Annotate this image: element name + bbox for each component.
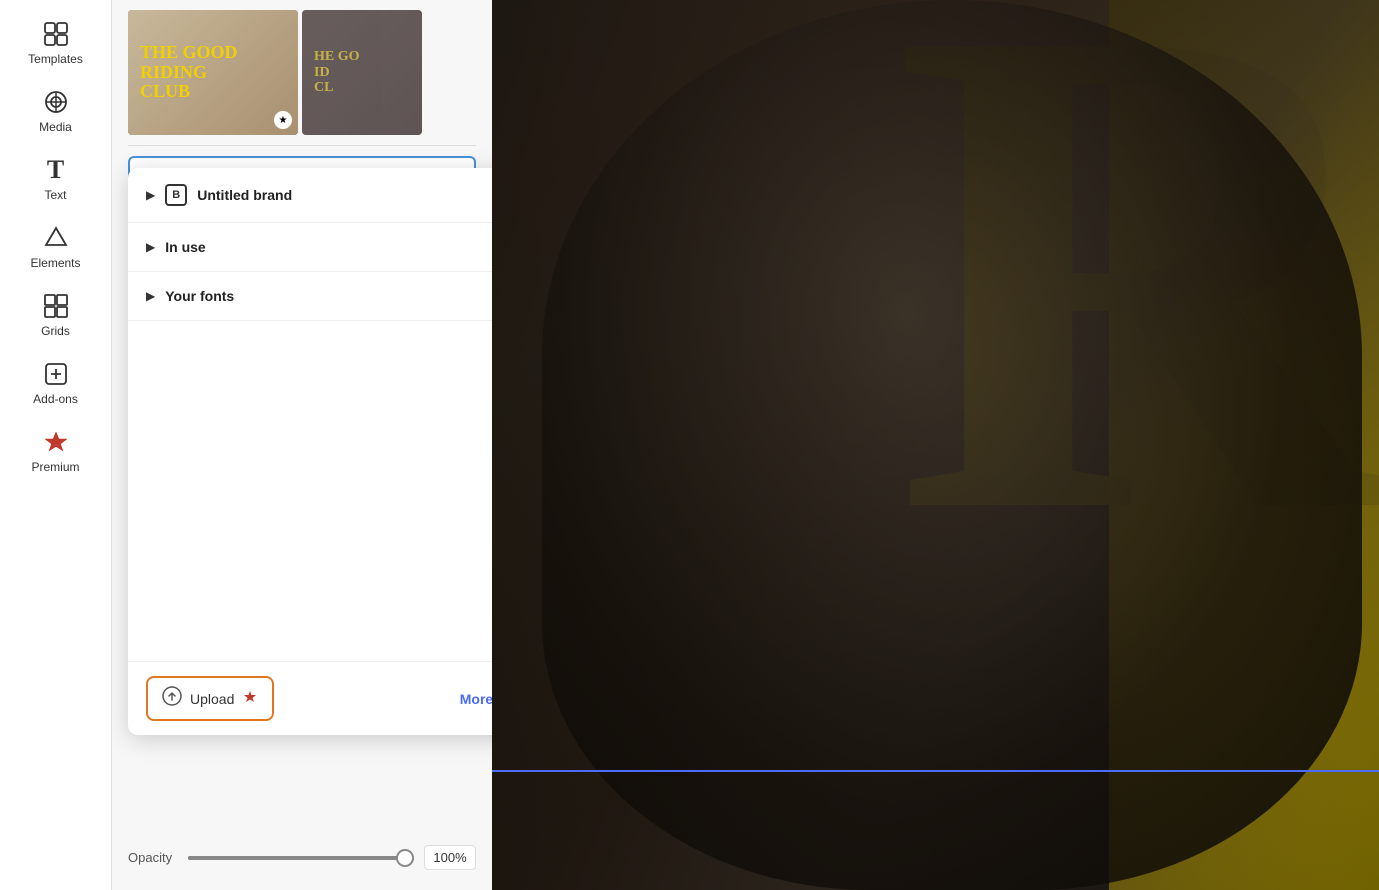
section-left-inuse: ▶ In use [146, 239, 206, 255]
grids-label: Grids [41, 324, 70, 338]
template-thumbnails: THE GOODRIDINGCLUB ★ HE GOIDCL [112, 0, 492, 145]
media-icon [42, 88, 70, 116]
section-left-brand: ▶ B Untitled brand [146, 184, 292, 206]
chevron-brand-icon: ▶ [146, 188, 155, 202]
brand-logo-icon: B [165, 184, 187, 206]
dropdown-bottom-bar: Upload More fonts › [128, 661, 492, 735]
sidebar-item-premium[interactable]: Premium [11, 418, 101, 484]
thumb-title: THE GOODRIDINGCLUB [140, 43, 238, 102]
dropdown-empty-space [128, 321, 492, 661]
grids-icon [42, 292, 70, 320]
sidebar-item-elements[interactable]: Elements [11, 214, 101, 280]
more-fonts-label: More fonts [460, 691, 492, 707]
chevron-fonts-icon: ▶ [146, 289, 155, 303]
sidebar: Templates Media T Text Elements [0, 0, 112, 890]
section-header-your-fonts[interactable]: ▶ Your fonts [128, 272, 492, 320]
templates-icon [42, 20, 70, 48]
inuse-section-title: In use [165, 239, 205, 255]
addons-icon [42, 360, 70, 388]
sidebar-item-addons[interactable]: Add-ons [11, 350, 101, 416]
dropdown-section-untitled-brand: ▶ B Untitled brand ≡ [128, 168, 492, 223]
helmet-shape-container [542, 0, 1362, 890]
brand-section-title: Untitled brand [197, 187, 292, 203]
helmet-gradient [542, 0, 1362, 890]
thumb2-title: HE GOIDCL [314, 49, 360, 95]
section-left-fonts: ▶ Your fonts [146, 288, 234, 304]
templates-label: Templates [28, 52, 83, 66]
addons-label: Add-ons [33, 392, 78, 406]
sidebar-item-text[interactable]: T Text [11, 146, 101, 212]
dropdown-section-your-fonts: ▶ Your fonts [128, 272, 492, 321]
more-fonts-button[interactable]: More fonts › [460, 691, 492, 707]
sidebar-item-templates[interactable]: Templates [11, 10, 101, 76]
text-icon: T [42, 156, 70, 184]
thumb-badge: ★ [274, 111, 292, 129]
premium-label: Premium [31, 460, 79, 474]
opacity-row: Opacity 100% [128, 845, 476, 870]
opacity-slider[interactable] [188, 856, 414, 860]
sidebar-item-media[interactable]: Media [11, 78, 101, 144]
dropdown-section-in-use: ▶ In use [128, 223, 492, 272]
section-header-in-use[interactable]: ▶ In use [128, 223, 492, 271]
media-label: Media [39, 120, 72, 134]
elements-label: Elements [30, 256, 80, 270]
panel: THE GOODRIDINGCLUB ★ HE GOIDCL Poppins A… [112, 0, 492, 890]
opacity-label: Opacity [128, 850, 178, 865]
upload-icon [162, 686, 182, 711]
premium-upload-icon [242, 689, 258, 708]
upload-button[interactable]: Upload [146, 676, 274, 721]
section-header-untitled-brand[interactable]: ▶ B Untitled brand ≡ [128, 168, 492, 222]
premium-icon [42, 428, 70, 456]
chevron-inuse-icon: ▶ [146, 240, 155, 254]
sidebar-item-grids[interactable]: Grids [11, 282, 101, 348]
upload-label: Upload [190, 691, 234, 707]
font-dropdown-popup: ▶ B Untitled brand ≡ ▶ In use ▶ Your [128, 168, 492, 735]
your-fonts-section-title: Your fonts [165, 288, 234, 304]
text-label: Text [44, 188, 66, 202]
opacity-thumb[interactable] [396, 849, 414, 867]
elements-icon [42, 224, 70, 252]
opacity-value: 100% [424, 845, 476, 870]
template-thumb-2[interactable]: HE GOIDCL [302, 10, 422, 135]
selection-line [492, 770, 1379, 772]
template-thumb-1[interactable]: THE GOODRIDINGCLUB ★ [128, 10, 298, 135]
main-canvas: R [492, 0, 1379, 890]
